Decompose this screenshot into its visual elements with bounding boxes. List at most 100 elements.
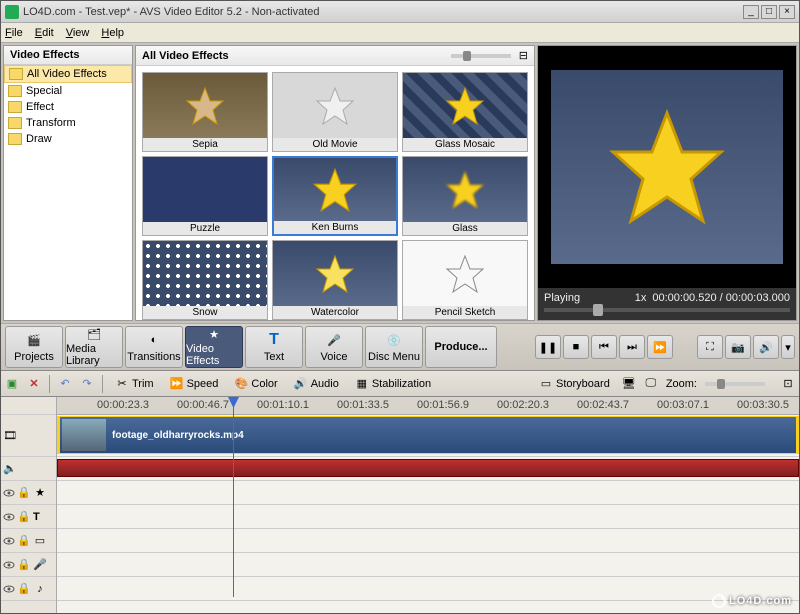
timeline-add-icon[interactable]: ▣ (5, 377, 19, 391)
voice-icon: 🎤 (324, 331, 344, 349)
effect-tile-glassmosaic[interactable]: Glass Mosaic (402, 72, 528, 152)
menu-edit[interactable]: Edit (35, 27, 54, 39)
effect-label: Sepia (143, 138, 267, 151)
prev-frame-button[interactable]: ⏮ (591, 335, 617, 359)
stabilization-button[interactable]: ▦Stabilization (351, 375, 435, 393)
preview-duration: 00:00:03.000 (726, 292, 790, 304)
video-track[interactable]: footage_oldharryrocks.mp4 (57, 415, 799, 457)
ruler-tick: 00:01:10.1 (257, 399, 309, 411)
app-icon (5, 5, 19, 19)
overlay-track[interactable] (57, 529, 799, 553)
ruler-tick: 00:00:46.7 (177, 399, 229, 411)
lock-icon[interactable]: 🔒 (17, 582, 31, 596)
snapshot-button[interactable]: 📷 (725, 335, 751, 359)
effect-tile-watercolor[interactable]: Watercolor (272, 240, 398, 320)
lock-icon[interactable]: 🔒 (17, 558, 31, 572)
folder-icon (8, 117, 22, 129)
disc-menu-button[interactable]: 💿Disc Menu (365, 326, 423, 368)
effect-tile-puzzle[interactable]: Puzzle (142, 156, 268, 236)
audio-clip[interactable] (57, 459, 799, 477)
playhead[interactable] (233, 397, 234, 597)
sidebar-item-transform[interactable]: Transform (4, 115, 132, 131)
undo-icon[interactable]: ↶ (58, 377, 72, 391)
color-button[interactable]: 🎨Color (230, 375, 281, 393)
seek-bar[interactable] (544, 308, 790, 312)
media-library-button[interactable]: 🗂Media Library (65, 326, 123, 368)
effect-track[interactable] (57, 481, 799, 505)
eye-icon[interactable] (3, 583, 15, 595)
fit-zoom-icon[interactable]: ⊡ (781, 377, 795, 391)
effect-label: Puzzle (143, 222, 267, 235)
music-track[interactable] (57, 577, 799, 601)
thumb-size-slider[interactable] (451, 54, 511, 58)
sidebar-item-label: Effect (26, 101, 54, 113)
video-clip[interactable]: footage_oldharryrocks.mp4 (57, 416, 799, 454)
effect-tile-snow[interactable]: Snow (142, 240, 268, 320)
sidebar-item-effect[interactable]: Effect (4, 99, 132, 115)
effect-label: Glass Mosaic (403, 138, 527, 151)
transitions-button[interactable]: ◐Transitions (125, 326, 183, 368)
timeline-tracks[interactable]: 00:00:23.3 00:00:46.7 00:01:10.1 00:01:3… (57, 397, 799, 613)
speed-button[interactable]: ⏩Speed (166, 375, 223, 393)
collapse-icon[interactable]: ⊟ (519, 49, 528, 62)
trim-button[interactable]: ✂Trim (111, 375, 158, 393)
effect-tile-oldmovie[interactable]: Old Movie (272, 72, 398, 152)
monitor-icon[interactable]: 🖵 (644, 377, 658, 391)
text-button[interactable]: TText (245, 326, 303, 368)
effect-tile-pencil[interactable]: Pencil Sketch (402, 240, 528, 320)
volume-button[interactable]: 🔊 (753, 335, 779, 359)
menu-help[interactable]: Help (101, 27, 124, 39)
folder-icon (8, 133, 22, 145)
menu-view[interactable]: View (66, 27, 90, 39)
pause-button[interactable]: ❚❚ (535, 335, 561, 359)
timeline-delete-icon[interactable]: ✕ (27, 377, 41, 391)
sidebar-item-draw[interactable]: Draw (4, 131, 132, 147)
sidebar-item-label: All Video Effects (27, 68, 107, 80)
voice-track[interactable] (57, 553, 799, 577)
audio-track[interactable] (57, 457, 799, 481)
toolbar-label: Voice (321, 351, 348, 363)
eye-icon[interactable] (3, 511, 15, 523)
fullscreen-button[interactable]: ⛶ (697, 335, 723, 359)
time-ruler[interactable]: 00:00:23.3 00:00:46.7 00:01:10.1 00:01:3… (57, 397, 799, 415)
effect-tile-glass[interactable]: Glass (402, 156, 528, 236)
storyboard-button[interactable]: ▭Storyboard (535, 375, 614, 393)
produce-button[interactable]: Produce... (425, 326, 497, 368)
preview-viewport[interactable] (538, 46, 796, 288)
eye-icon[interactable] (3, 559, 15, 571)
lock-icon[interactable]: 🔒 (17, 486, 31, 500)
text-track[interactable] (57, 505, 799, 529)
menu-file[interactable]: File (5, 27, 23, 39)
audio-button[interactable]: 🔊Audio (290, 375, 343, 393)
eye-icon[interactable] (3, 535, 15, 547)
video-effects-button[interactable]: ★Video Effects (185, 326, 243, 368)
voice-button[interactable]: 🎤 Voice (305, 326, 363, 368)
next-frame-button[interactable]: ⏭ (619, 335, 645, 359)
star-icon: ★ (33, 486, 47, 500)
text-icon: T (33, 511, 40, 523)
sidebar-item-special[interactable]: Special (4, 83, 132, 99)
sidebar-item-label: Special (26, 85, 62, 97)
minimize-button[interactable]: _ (743, 5, 759, 19)
view-mode-icon[interactable]: 🖥 (622, 377, 636, 391)
close-button[interactable]: × (779, 5, 795, 19)
effect-tile-sepia[interactable]: Sepia (142, 72, 268, 152)
projects-button[interactable]: 🎬Projects (5, 326, 63, 368)
tl-label: Stabilization (372, 378, 431, 390)
clip-thumbnail (62, 419, 106, 451)
effects-grid: Sepia Old Movie Glass Mosaic Puzzle Ken … (136, 66, 534, 320)
eye-icon[interactable] (3, 487, 15, 499)
ruler-tick: 00:00:23.3 (97, 399, 149, 411)
overlay-track-header: 🔒▭ (1, 529, 56, 553)
volume-menu-button[interactable]: ▾ (781, 335, 795, 359)
ruler-tick: 00:02:20.3 (497, 399, 549, 411)
maximize-button[interactable]: □ (761, 5, 777, 19)
zoom-slider[interactable] (705, 382, 765, 386)
stop-button[interactable]: ■ (563, 335, 589, 359)
redo-icon[interactable]: ↷ (80, 377, 94, 391)
jump-button[interactable]: ⏩ (647, 335, 673, 359)
lock-icon[interactable]: 🔒 (17, 534, 31, 548)
lock-icon[interactable]: 🔒 (17, 510, 31, 524)
sidebar-item-all[interactable]: All Video Effects (4, 65, 132, 83)
effect-tile-kenburns[interactable]: Ken Burns (272, 156, 398, 236)
